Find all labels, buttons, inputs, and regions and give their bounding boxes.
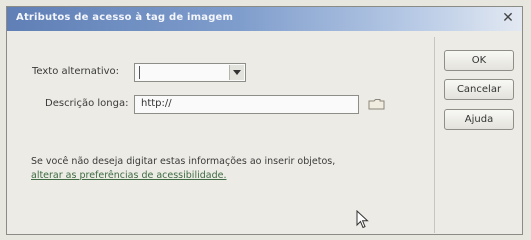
preferences-hint: Se você não deseja digitar estas informa… xyxy=(31,155,426,183)
cancel-button[interactable]: Cancelar xyxy=(444,79,514,100)
text-caret xyxy=(139,66,140,79)
title-bar[interactable]: Atributos de acesso à tag de imagem ✕ xyxy=(7,7,522,31)
button-separator xyxy=(434,37,435,233)
close-icon[interactable]: ✕ xyxy=(500,10,516,26)
accessibility-preferences-link[interactable]: alterar as preferências de acessibilidad… xyxy=(31,169,426,183)
long-description-input[interactable]: http:// xyxy=(134,95,359,114)
ok-button[interactable]: OK xyxy=(444,50,514,71)
hint-text: Se você não deseja digitar estas informa… xyxy=(31,156,336,167)
chevron-down-icon[interactable] xyxy=(229,65,244,80)
dialog-title: Atributos de acesso à tag de imagem xyxy=(16,12,234,23)
accessibility-attributes-dialog: Atributos de acesso à tag de imagem ✕ Te… xyxy=(6,6,523,235)
help-button[interactable]: Ajuda xyxy=(444,109,514,130)
alt-text-label: Texto alternativo: xyxy=(32,66,120,77)
mouse-cursor-icon xyxy=(356,210,369,229)
long-description-label: Descrição longa: xyxy=(45,98,129,109)
folder-icon[interactable] xyxy=(368,98,386,110)
alt-text-combobox[interactable] xyxy=(134,63,246,82)
